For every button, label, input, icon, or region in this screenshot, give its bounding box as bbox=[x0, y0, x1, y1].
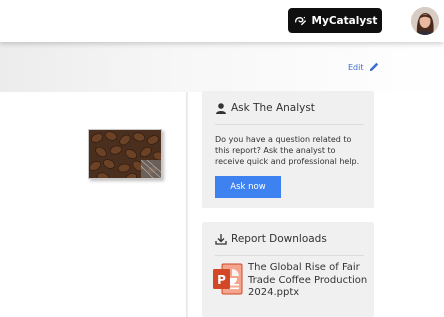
report-downloads-title: Report Downloads bbox=[231, 233, 327, 245]
ask-now-button[interactable]: Ask now bbox=[215, 176, 281, 198]
download-icon bbox=[215, 234, 227, 245]
report-content-area bbox=[0, 92, 188, 317]
ask-card-divider bbox=[215, 124, 364, 125]
user-avatar[interactable] bbox=[411, 7, 439, 35]
report-downloads-card: Report Downloads P The Global Rise of Fa… bbox=[202, 222, 374, 317]
avatar-portrait-icon bbox=[411, 7, 439, 35]
ask-the-analyst-title: Ask The Analyst bbox=[231, 102, 315, 114]
download-file-link[interactable]: The Global Rise of Fair Trade Coffee Pro… bbox=[248, 262, 368, 300]
mycatalyst-button[interactable]: MyCatalyst bbox=[288, 8, 382, 33]
report-downloads-heading: Report Downloads bbox=[215, 233, 327, 245]
pencil-icon bbox=[369, 62, 378, 71]
ask-the-analyst-card: Ask The Analyst Do you have a question r… bbox=[202, 91, 374, 208]
edit-label: Edit bbox=[348, 62, 364, 72]
mycatalyst-label: MyCatalyst bbox=[311, 14, 378, 27]
downloads-card-divider bbox=[215, 255, 364, 256]
ask-the-analyst-description: Do you have a question related to this r… bbox=[215, 135, 360, 166]
edit-link[interactable]: Edit bbox=[348, 61, 380, 73]
svg-text:P: P bbox=[217, 273, 226, 287]
column-divider bbox=[186, 92, 188, 317]
ask-the-analyst-heading: Ask The Analyst bbox=[215, 102, 315, 114]
coffee-beans-thumbnail bbox=[89, 130, 161, 178]
coffee-beans-image bbox=[88, 129, 162, 179]
top-navigation-bar: MyCatalyst bbox=[0, 0, 444, 42]
person-icon bbox=[216, 103, 226, 114]
catalyst-swirl-icon bbox=[294, 16, 306, 25]
powerpoint-icon[interactable]: P bbox=[212, 262, 244, 296]
